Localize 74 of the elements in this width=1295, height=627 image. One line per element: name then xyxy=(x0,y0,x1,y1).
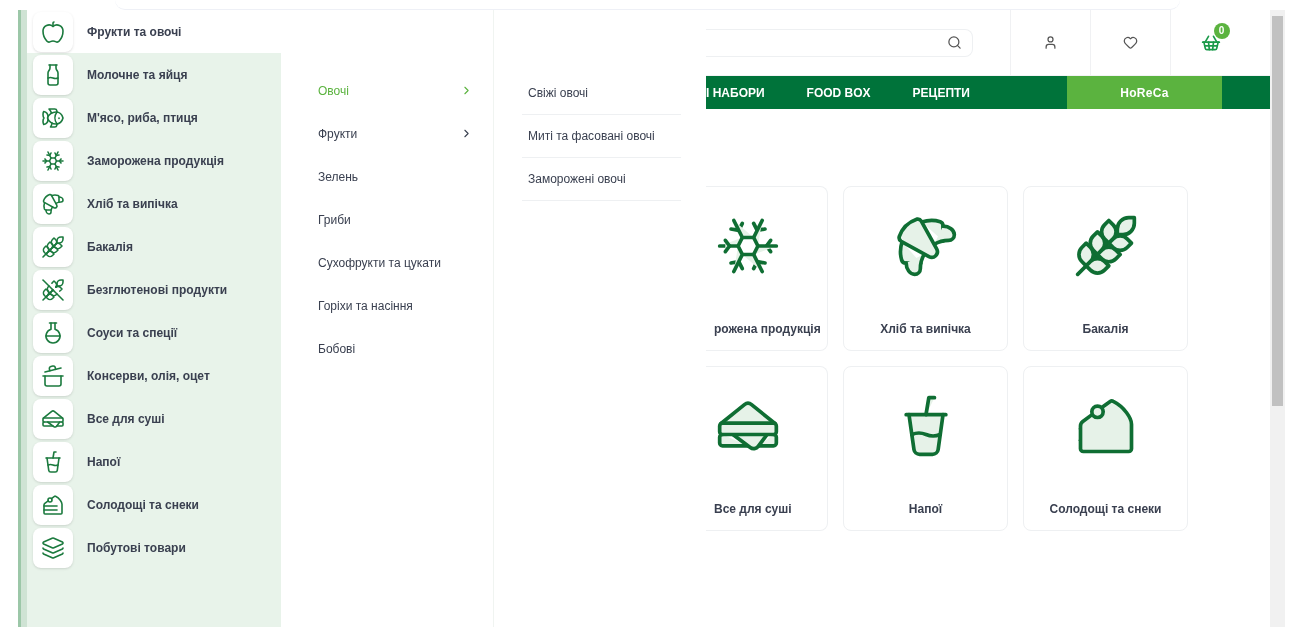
subcategory-label: Гриби xyxy=(318,211,351,229)
subcategory-item[interactable]: Бобові xyxy=(318,327,473,370)
subsubcategory-item[interactable]: Заморожені овочі xyxy=(522,158,681,201)
card-label: рожена продукція xyxy=(714,321,821,338)
subcategory-label: Овочі xyxy=(318,82,349,100)
card-label: Солодощі та снеки xyxy=(1049,501,1162,518)
nav-item[interactable]: FOOD BOX xyxy=(806,76,913,109)
category-item[interactable]: Соуси та спеції xyxy=(27,311,281,354)
category-label: Бакалія xyxy=(87,238,133,256)
subcategory-item[interactable]: Горіхи та насіння xyxy=(318,284,473,327)
card-label: Бакалія xyxy=(1082,321,1129,338)
category-card[interactable]: Все для суші xyxy=(706,366,828,531)
subsubcategory-item[interactable]: Свіжі овочі xyxy=(522,72,681,115)
category-card[interactable]: Бакалія xyxy=(1023,186,1188,351)
category-label: Солодощі та снеки xyxy=(87,496,199,514)
subcategory-label: Фрукти xyxy=(318,125,358,143)
category-label: Фрукти та овочі xyxy=(87,23,182,41)
category-label: Безглютенові продукти xyxy=(87,281,228,299)
subcategory-label: Зелень xyxy=(318,168,359,186)
stacked-boxes-icon xyxy=(41,535,65,560)
scrollbar-thumb[interactable] xyxy=(1272,16,1283,406)
category-label: Заморожена продукція xyxy=(87,152,224,170)
scrollbar[interactable] xyxy=(1270,10,1285,627)
subcategory-item[interactable]: Зелень xyxy=(318,155,473,198)
basket-icon[interactable] xyxy=(1200,32,1221,53)
category-item[interactable]: Молочне та яйця xyxy=(27,53,281,96)
wheat-icon xyxy=(41,234,65,259)
scrollbar[interactable] xyxy=(21,10,27,627)
category-card[interactable]: Солодощі та снеки xyxy=(1023,366,1188,531)
category-card[interactable]: Напої xyxy=(843,366,1008,531)
subcategory-item[interactable]: Фрукти xyxy=(318,112,473,155)
card-label: Все для суші xyxy=(714,501,792,518)
snowflake-icon xyxy=(41,148,65,173)
category-item[interactable]: Фрукти та овочі xyxy=(27,10,281,53)
croissant-icon xyxy=(41,191,65,216)
apple-icon xyxy=(41,19,65,44)
category-label: Хліб та випічка xyxy=(87,195,178,213)
category-item[interactable]: Бакалія xyxy=(27,225,281,268)
category-item[interactable]: Консерви, олія, оцет xyxy=(27,354,281,397)
cart-count-badge: 0 xyxy=(1213,22,1230,39)
category-label: Побутові товари xyxy=(87,539,186,557)
crossed-wheat-icon xyxy=(41,277,65,302)
category-item[interactable]: Напої xyxy=(27,440,281,483)
category-item[interactable]: Хліб та випічка xyxy=(27,182,281,225)
card-label: Хліб та випічка xyxy=(880,321,971,338)
search-field[interactable] xyxy=(706,28,973,57)
category-item[interactable]: Все для суші xyxy=(27,397,281,440)
category-label: Напої xyxy=(87,453,121,471)
category-label: Все для суші xyxy=(87,410,165,428)
category-card[interactable]: Хліб та випічка xyxy=(843,186,1008,351)
user-icon[interactable] xyxy=(1043,35,1058,50)
heart-icon[interactable] xyxy=(1123,35,1138,50)
nav-item[interactable]: І НАБОРИ xyxy=(706,76,807,109)
category-label: Молочне та яйця xyxy=(87,66,188,84)
category-label: Соуси та спеції xyxy=(87,324,178,342)
category-item[interactable]: Заморожена продукція xyxy=(27,139,281,182)
subsubcategory-item[interactable]: Миті та фасовані овочі xyxy=(522,115,681,158)
category-item[interactable]: Солодощі та снеки xyxy=(27,483,281,526)
card-label: Напої xyxy=(908,501,943,518)
subcategory-item[interactable]: Гриби xyxy=(318,198,473,241)
category-item[interactable]: Побутові товари xyxy=(27,526,281,569)
pot-icon xyxy=(41,363,65,388)
search-icon xyxy=(947,35,962,50)
subcategory-label: Горіхи та насіння xyxy=(318,297,413,315)
subcategory-label: Бобові xyxy=(318,340,356,358)
subcategory-item[interactable]: Сухофрукти та цукати xyxy=(318,241,473,284)
category-label: Консерви, олія, оцет xyxy=(87,367,210,385)
nav-item[interactable]: РЕЦЕПТИ xyxy=(912,76,1012,109)
category-item[interactable]: Безглютенові продукти xyxy=(27,268,281,311)
category-label: М'ясо, риба, птиця xyxy=(87,109,198,127)
subcategory-label: Сухофрукти та цукати xyxy=(318,254,441,272)
fish-icon xyxy=(41,105,65,130)
category-card[interactable]: рожена продукція xyxy=(706,186,828,351)
category-item[interactable]: М'ясо, риба, птиця xyxy=(27,96,281,139)
